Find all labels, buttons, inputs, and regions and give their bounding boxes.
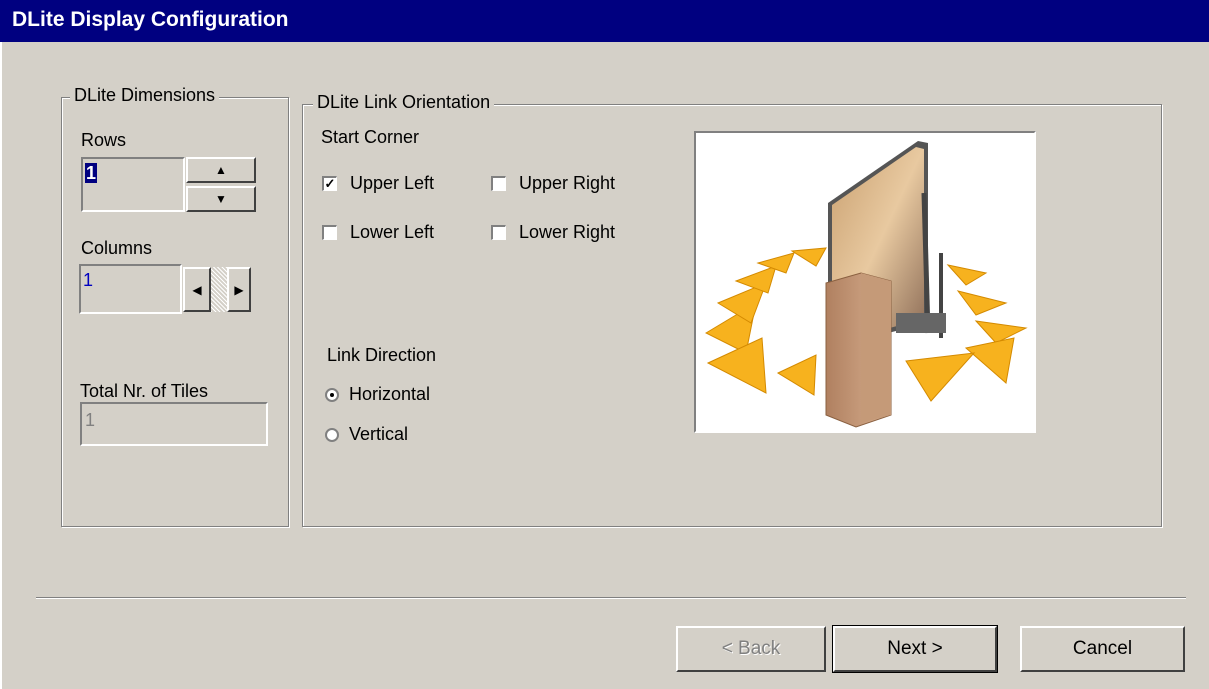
- columns-value: 1: [83, 270, 94, 290]
- columns-left-button[interactable]: ◀: [183, 267, 211, 312]
- total-tiles-value: 1: [85, 410, 96, 430]
- total-tiles-field: 1: [80, 402, 268, 446]
- columns-scroll-track: [211, 267, 228, 312]
- corner-upper-left-label: Upper Left: [350, 173, 435, 193]
- corner-upper-left-checkbox[interactable]: ✓: [322, 176, 337, 191]
- spin-down-icon: ▼: [215, 192, 227, 206]
- spin-right-icon: ▶: [234, 282, 244, 297]
- display-illustration: [694, 131, 1036, 433]
- corner-upper-right-label: Upper Right: [519, 173, 616, 193]
- corner-lower-left-checkbox[interactable]: [322, 225, 337, 240]
- corner-lower-right-checkbox[interactable]: [491, 225, 506, 240]
- rows-down-button[interactable]: ▼: [186, 186, 256, 212]
- spin-up-icon: ▲: [215, 163, 227, 177]
- total-tiles-label: Total Nr. of Tiles: [80, 381, 209, 401]
- direction-horizontal-radio[interactable]: [325, 388, 339, 402]
- back-button[interactable]: < Back: [676, 626, 826, 672]
- corner-lower-right-label: Lower Right: [519, 222, 616, 242]
- columns-right-button[interactable]: ▶: [227, 267, 251, 312]
- window-title: DLite Display Configuration: [12, 8, 289, 31]
- rows-up-button[interactable]: ▲: [186, 157, 256, 183]
- direction-horizontal-label: Horizontal: [349, 384, 431, 404]
- next-button[interactable]: Next >: [832, 625, 998, 673]
- led-display-image: [704, 141, 1028, 428]
- rows-input[interactable]: 1: [81, 157, 185, 212]
- columns-input[interactable]: 1: [79, 264, 182, 314]
- direction-vertical-label: Vertical: [349, 424, 409, 444]
- back-button-label: < Back: [721, 638, 781, 659]
- direction-vertical-radio[interactable]: [325, 428, 339, 442]
- spin-left-icon: ◀: [192, 282, 202, 297]
- cancel-button[interactable]: Cancel: [1020, 626, 1185, 672]
- rows-value: 1: [85, 163, 98, 183]
- title-bar: DLite Display Configuration: [0, 0, 1209, 42]
- corner-upper-right-checkbox[interactable]: [491, 176, 506, 191]
- corner-lower-left-label: Lower Left: [350, 222, 435, 242]
- dimensions-legend: DLite Dimensions: [70, 85, 220, 106]
- columns-label: Columns: [81, 238, 153, 258]
- start-corner-label: Start Corner: [321, 127, 420, 147]
- link-direction-label: Link Direction: [327, 345, 437, 365]
- cancel-button-label: Cancel: [1072, 638, 1133, 659]
- orientation-legend: DLite Link Orientation: [313, 92, 495, 113]
- rows-label: Rows: [81, 130, 127, 150]
- next-button-label: Next >: [887, 638, 943, 659]
- footer-separator: [36, 597, 1186, 599]
